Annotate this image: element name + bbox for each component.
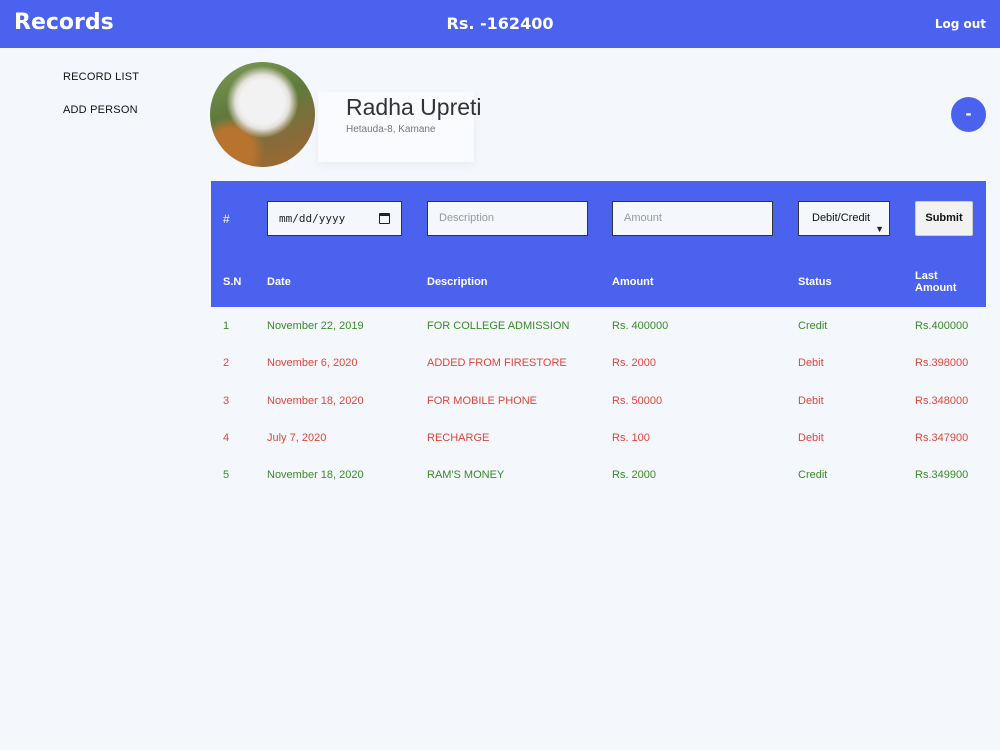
cell-last-amount: Rs.400000 bbox=[915, 320, 969, 332]
table-header-panel bbox=[211, 181, 986, 307]
date-input-value: mm/dd/yyyy bbox=[279, 212, 346, 225]
column-header-description: Description bbox=[427, 276, 488, 288]
column-header-date: Date bbox=[267, 276, 291, 288]
cell-status: Debit bbox=[798, 432, 824, 444]
cell-date: November 6, 2020 bbox=[267, 357, 358, 369]
column-header-status: Status bbox=[798, 276, 832, 288]
cell-sn: 3 bbox=[223, 395, 230, 407]
calendar-icon[interactable] bbox=[379, 213, 390, 224]
cell-status: Credit bbox=[798, 469, 828, 481]
cell-amount: Rs. 2000 bbox=[612, 469, 657, 481]
cell-date: July 7, 2020 bbox=[267, 432, 327, 444]
cell-description: RECHARGE bbox=[427, 432, 490, 444]
person-name: Radha Upreti bbox=[346, 94, 482, 120]
cell-status: Credit bbox=[798, 320, 828, 332]
person-address: Hetauda-8, Kamane bbox=[346, 124, 436, 135]
chevron-down-icon: ▼ bbox=[875, 224, 884, 234]
cell-date: November 22, 2019 bbox=[267, 320, 364, 332]
column-header-amount: Amount bbox=[612, 276, 654, 288]
cell-sn: 4 bbox=[223, 432, 230, 444]
submit-button[interactable]: Submit bbox=[915, 201, 973, 236]
cell-last-amount: Rs.348000 bbox=[915, 395, 969, 407]
avatar bbox=[210, 62, 315, 167]
balance-total: Rs. -162400 bbox=[446, 14, 554, 33]
cell-date: November 18, 2020 bbox=[267, 469, 364, 481]
logout-link[interactable]: Log out bbox=[935, 17, 986, 31]
cell-sn: 2 bbox=[223, 357, 230, 369]
type-select-value: Debit/Credit bbox=[812, 212, 871, 224]
sidebar-item-add-person[interactable]: ADD PERSON bbox=[63, 104, 138, 116]
sidebar-item-record-list[interactable]: RECORD LIST bbox=[63, 71, 139, 83]
collapse-form-button[interactable]: - bbox=[951, 97, 986, 132]
description-input[interactable]: Description bbox=[427, 201, 588, 236]
cell-description: ADDED FROM FIRESTORE bbox=[427, 357, 567, 369]
cell-description: FOR COLLEGE ADMISSION bbox=[427, 320, 570, 332]
amount-input[interactable]: Amount bbox=[612, 201, 773, 236]
date-input[interactable]: mm/dd/yyyy bbox=[267, 201, 402, 236]
cell-amount: Rs. 400000 bbox=[612, 320, 669, 332]
cell-status: Debit bbox=[798, 395, 824, 407]
cell-status: Debit bbox=[798, 357, 824, 369]
cell-last-amount: Rs.398000 bbox=[915, 357, 969, 369]
column-header-last-amount: Last Amount bbox=[915, 270, 957, 294]
cell-date: November 18, 2020 bbox=[267, 395, 364, 407]
cell-description: FOR MOBILE PHONE bbox=[427, 395, 538, 407]
cell-sn: 1 bbox=[223, 320, 230, 332]
type-select[interactable]: Debit/Credit ▼ bbox=[798, 201, 890, 236]
form-hash-label: # bbox=[223, 212, 230, 226]
column-header-sn: S.N bbox=[223, 276, 242, 288]
cell-last-amount: Rs.347900 bbox=[915, 432, 969, 444]
cell-sn: 5 bbox=[223, 469, 230, 481]
cell-amount: Rs. 50000 bbox=[612, 395, 663, 407]
cell-amount: Rs. 2000 bbox=[612, 357, 657, 369]
cell-amount: Rs. 100 bbox=[612, 432, 650, 444]
cell-description: RAM'S MONEY bbox=[427, 469, 505, 481]
top-navbar: Records Rs. -162400 Log out bbox=[0, 0, 1000, 48]
cell-last-amount: Rs.349900 bbox=[915, 469, 969, 481]
